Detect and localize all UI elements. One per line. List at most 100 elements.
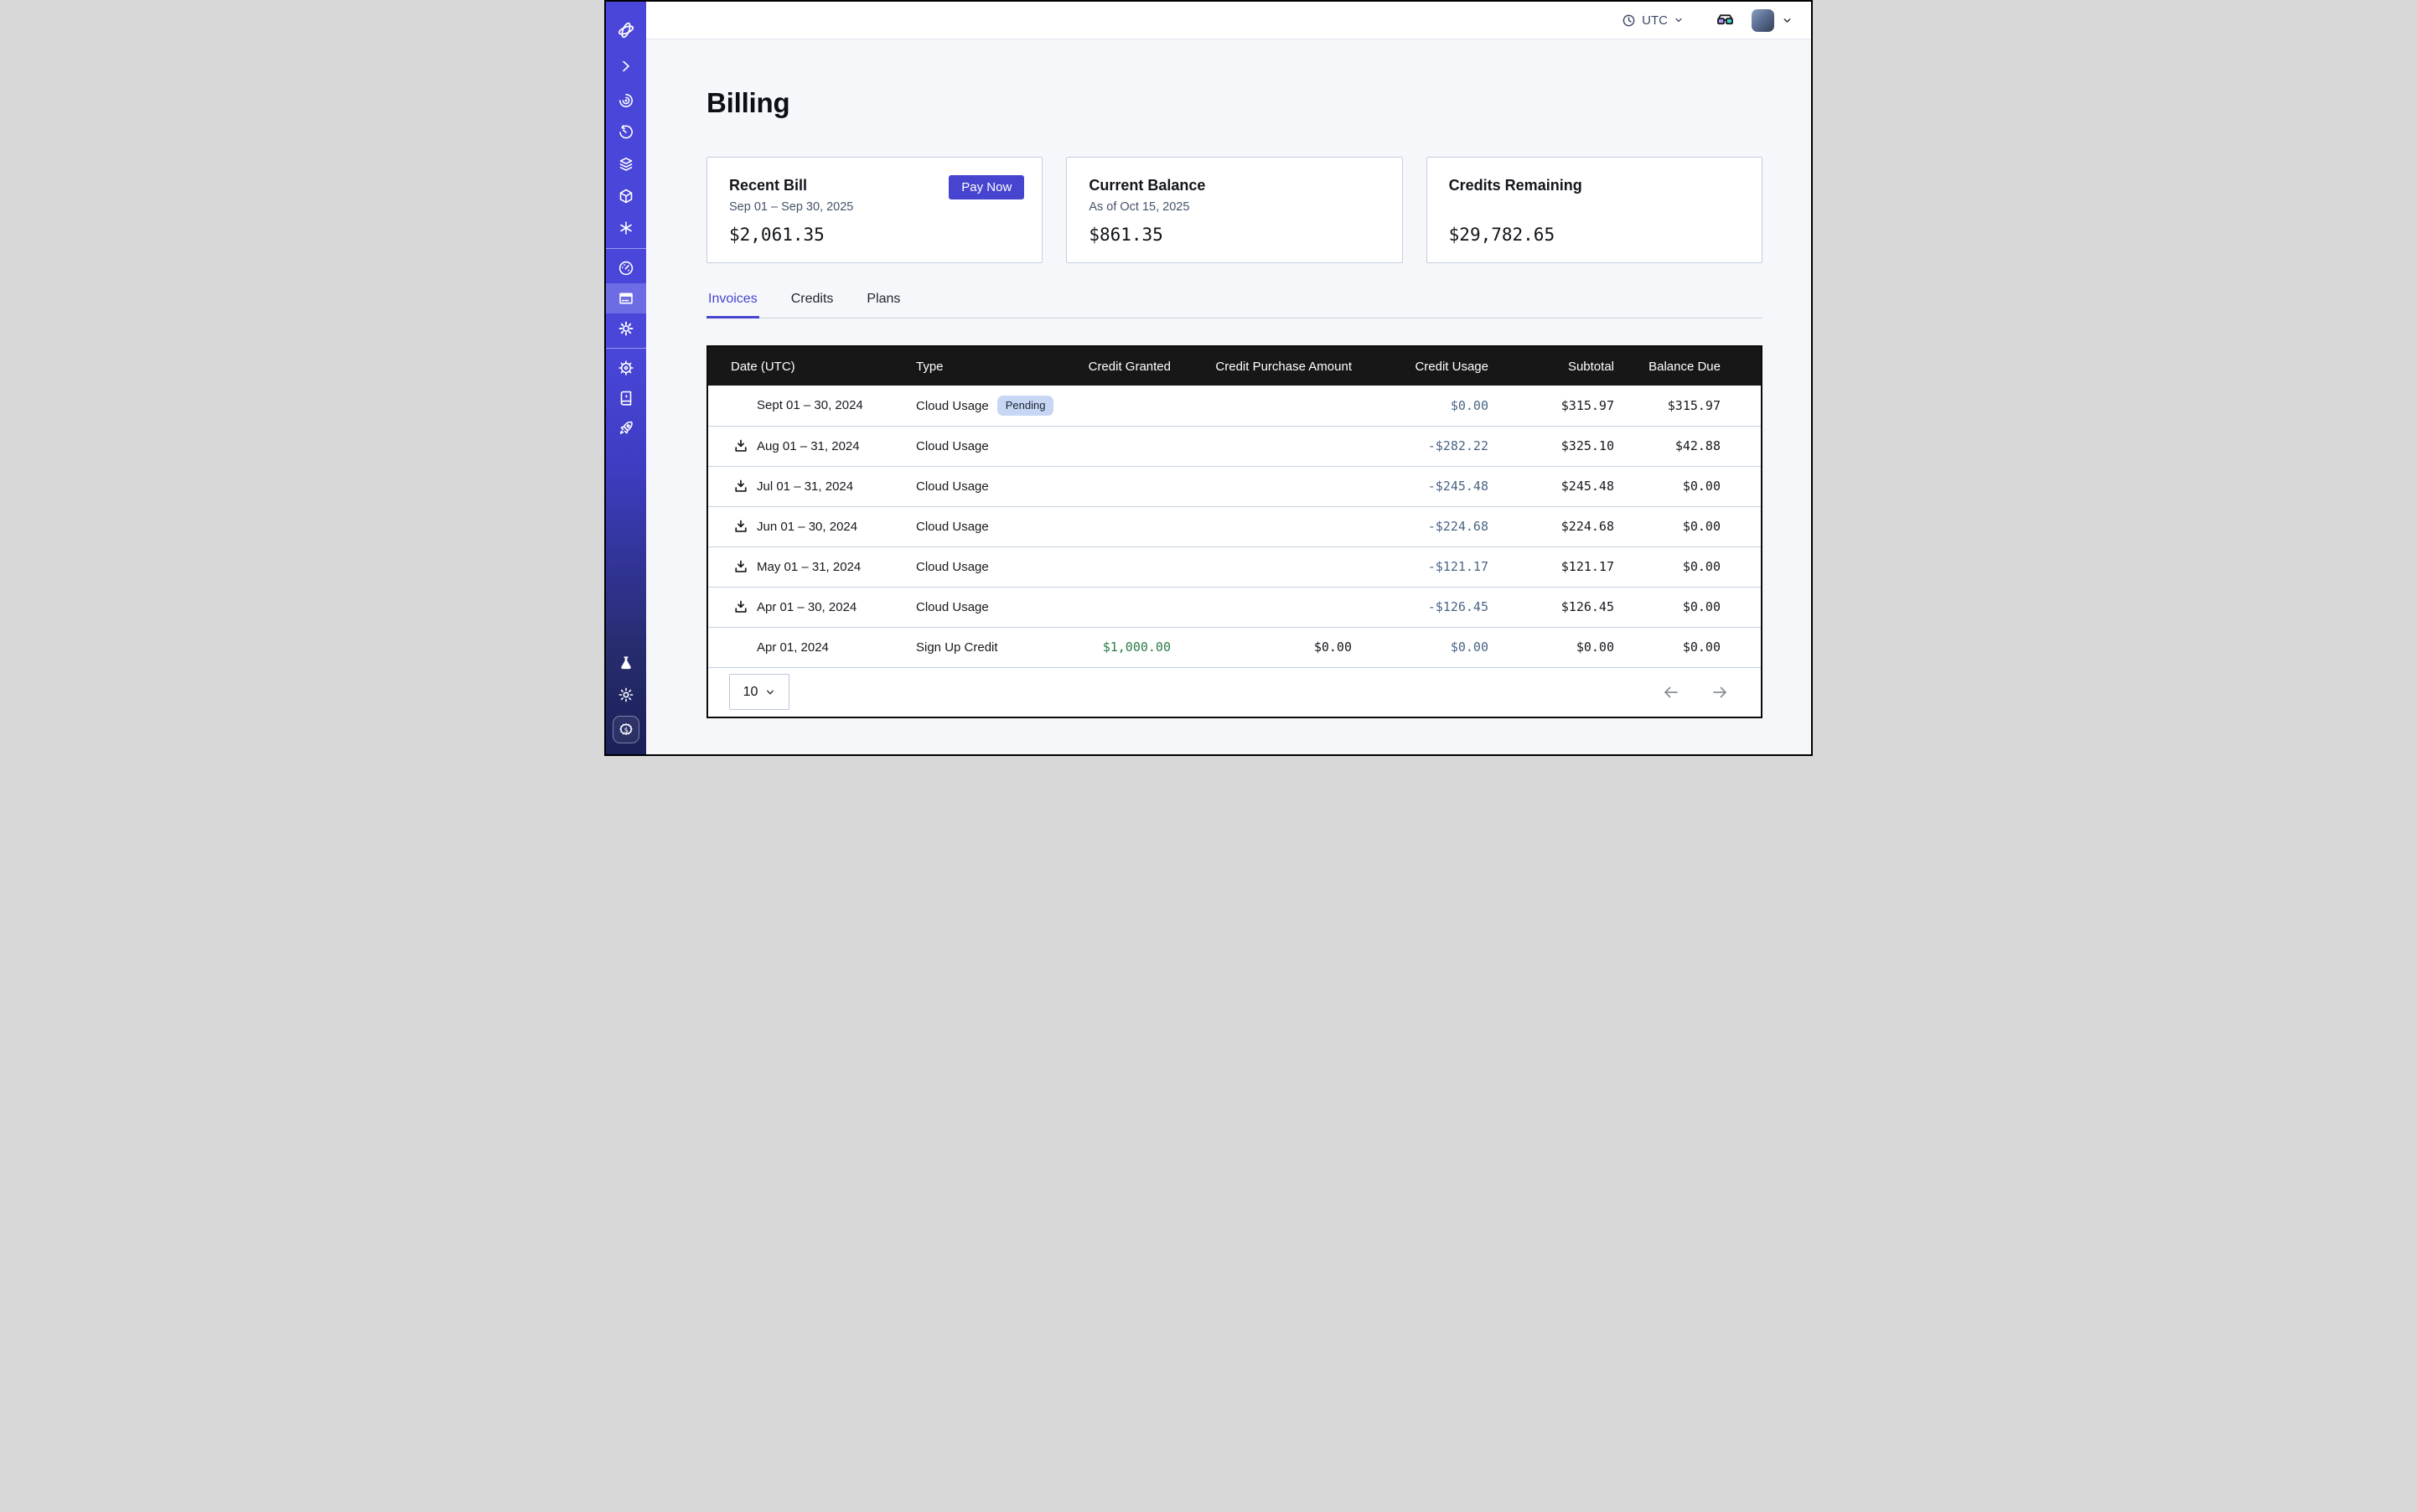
subtotal-value: $315.97 (1488, 386, 1614, 426)
column-header-subtotal: Subtotal (1488, 347, 1614, 386)
invoice-type: Sign Up Credit (916, 640, 998, 655)
next-page-arrow-icon[interactable] (1711, 683, 1729, 702)
invoice-type: Cloud Usage (916, 600, 989, 614)
previous-page-arrow-icon[interactable] (1662, 683, 1680, 702)
table-header-row: Date (UTC) Type Credit Granted Credit Pu… (708, 347, 1761, 386)
page-size-value: 10 (743, 685, 758, 700)
invoice-type: Cloud Usage (916, 479, 989, 494)
current-balance-amount: $861.35 (1089, 225, 1379, 245)
app-window: $ UTC Billing Recent Bill Sep (604, 0, 1813, 756)
credit-purchase-amount-value (1171, 466, 1352, 506)
credit-usage-value: -$282.22 (1352, 426, 1488, 466)
invoice-period: Jul 01 – 31, 2024 (757, 479, 853, 494)
gauge-icon[interactable] (606, 253, 646, 283)
invoice-period: Aug 01 – 31, 2024 (757, 439, 860, 453)
credit-purchase-amount-value: $0.00 (1171, 627, 1352, 667)
invoices-table: Date (UTC) Type Credit Granted Credit Pu… (708, 347, 1761, 668)
page-size-select[interactable]: 10 (729, 674, 789, 710)
flask-icon[interactable] (606, 647, 646, 679)
download-spacer (733, 639, 748, 655)
sidebar-divider (606, 248, 646, 249)
tab-credits[interactable]: Credits (789, 292, 836, 318)
timer-icon[interactable] (606, 117, 646, 148)
column-header-credit-purchase-amount: Credit Purchase Amount (1171, 347, 1352, 386)
settings-gear-icon[interactable] (606, 313, 646, 344)
account-chevron-down-icon[interactable] (1782, 15, 1793, 26)
chevron-down-icon (765, 687, 775, 697)
card-title: Credits Remaining (1449, 177, 1740, 194)
timezone-label: UTC (1642, 13, 1668, 28)
subtotal-value: $245.48 (1488, 466, 1614, 506)
logo-orbit-icon[interactable] (606, 13, 646, 48)
column-header-date: Date (UTC) (708, 347, 916, 386)
spiral-eye-icon[interactable] (606, 85, 646, 117)
download-invoice-icon[interactable] (733, 559, 748, 574)
credit-usage-value: -$224.68 (1352, 506, 1488, 546)
column-header-credit-usage: Credit Usage (1352, 347, 1488, 386)
clock-icon (1622, 13, 1636, 28)
recent-bill-amount: $2,061.35 (729, 225, 1020, 245)
balance-due-value: $0.00 (1614, 466, 1761, 506)
current-balance-card: Current Balance As of Oct 15, 2025 $861.… (1066, 157, 1402, 263)
invoice-table-body: Sept 01 – 30, 2024Cloud UsagePending$0.0… (708, 386, 1761, 667)
credit-granted-value: $1,000.00 (1067, 627, 1171, 667)
table-row: Apr 01, 2024Sign Up Credit$1,000.00$0.00… (708, 627, 1761, 667)
table-row: Apr 01 – 30, 2024Cloud Usage-$126.45$126… (708, 587, 1761, 627)
avatar[interactable] (1752, 9, 1774, 32)
cube-icon[interactable] (606, 180, 646, 212)
download-invoice-icon[interactable] (733, 479, 748, 494)
topbar: UTC (646, 2, 1811, 39)
invoice-period: Apr 01 – 30, 2024 (757, 600, 857, 614)
balance-due-value: $0.00 (1614, 627, 1761, 667)
pagination-controls (1662, 683, 1729, 702)
status-badge: Pending (997, 396, 1054, 416)
tab-invoices[interactable]: Invoices (706, 292, 759, 318)
column-header-type: Type (916, 347, 1067, 386)
credit-usage-value: $0.00 (1352, 386, 1488, 426)
invoice-period: May 01 – 31, 2024 (757, 560, 861, 574)
balance-due-value: $42.88 (1614, 426, 1761, 466)
docs-book-icon[interactable] (606, 383, 646, 413)
sidebar-top-group (606, 2, 646, 443)
invoices-table-container: Date (UTC) Type Credit Granted Credit Pu… (706, 345, 1762, 718)
pay-now-button[interactable]: Pay Now (949, 175, 1024, 199)
subtotal-value: $224.68 (1488, 506, 1614, 546)
credit-granted-value (1067, 386, 1171, 426)
helm-icon[interactable] (606, 353, 646, 383)
tab-plans[interactable]: Plans (865, 292, 902, 318)
credit-usage-value: -$126.45 (1352, 587, 1488, 627)
balance-due-value: $315.97 (1614, 386, 1761, 426)
download-invoice-icon[interactable] (733, 599, 748, 614)
card-subtitle (1449, 200, 1740, 215)
glasses-icon[interactable] (1716, 11, 1735, 30)
credit-granted-value (1067, 466, 1171, 506)
invoice-type: Cloud Usage (916, 439, 989, 453)
invoice-period: Jun 01 – 30, 2024 (757, 520, 857, 534)
credit-usage-value: -$245.48 (1352, 466, 1488, 506)
timezone-selector[interactable]: UTC (1622, 13, 1684, 28)
credit-granted-value (1067, 506, 1171, 546)
svg-text:$: $ (624, 727, 628, 735)
sidebar: $ (606, 2, 646, 754)
billing-tabs: Invoices Credits Plans (706, 292, 1762, 318)
asterisk-icon[interactable] (606, 212, 646, 244)
dollar-badge-icon[interactable]: $ (613, 716, 639, 743)
expand-sidebar-icon[interactable] (606, 48, 646, 85)
summary-cards: Recent Bill Sep 01 – Sep 30, 2025 $2,061… (706, 157, 1762, 263)
credit-purchase-amount-value (1171, 386, 1352, 426)
download-invoice-icon[interactable] (733, 519, 748, 534)
table-row: Sept 01 – 30, 2024Cloud UsagePending$0.0… (708, 386, 1761, 426)
table-row: Aug 01 – 31, 2024Cloud Usage-$282.22$325… (708, 426, 1761, 466)
recent-bill-card: Recent Bill Sep 01 – Sep 30, 2025 $2,061… (706, 157, 1043, 263)
billing-card-icon[interactable] (606, 283, 646, 313)
card-subtitle: Sep 01 – Sep 30, 2025 (729, 200, 1020, 215)
download-invoice-icon[interactable] (733, 438, 748, 453)
rocket-icon[interactable] (606, 413, 646, 443)
layers-icon[interactable] (606, 148, 646, 180)
credit-usage-value: -$121.17 (1352, 546, 1488, 587)
table-footer: 10 (708, 668, 1761, 717)
sun-icon[interactable] (606, 679, 646, 711)
table-row: Jun 01 – 30, 2024Cloud Usage-$224.68$224… (708, 506, 1761, 546)
credit-granted-value (1067, 587, 1171, 627)
main-column: UTC Billing Recent Bill Sep 01 – Sep 30,… (646, 2, 1811, 754)
